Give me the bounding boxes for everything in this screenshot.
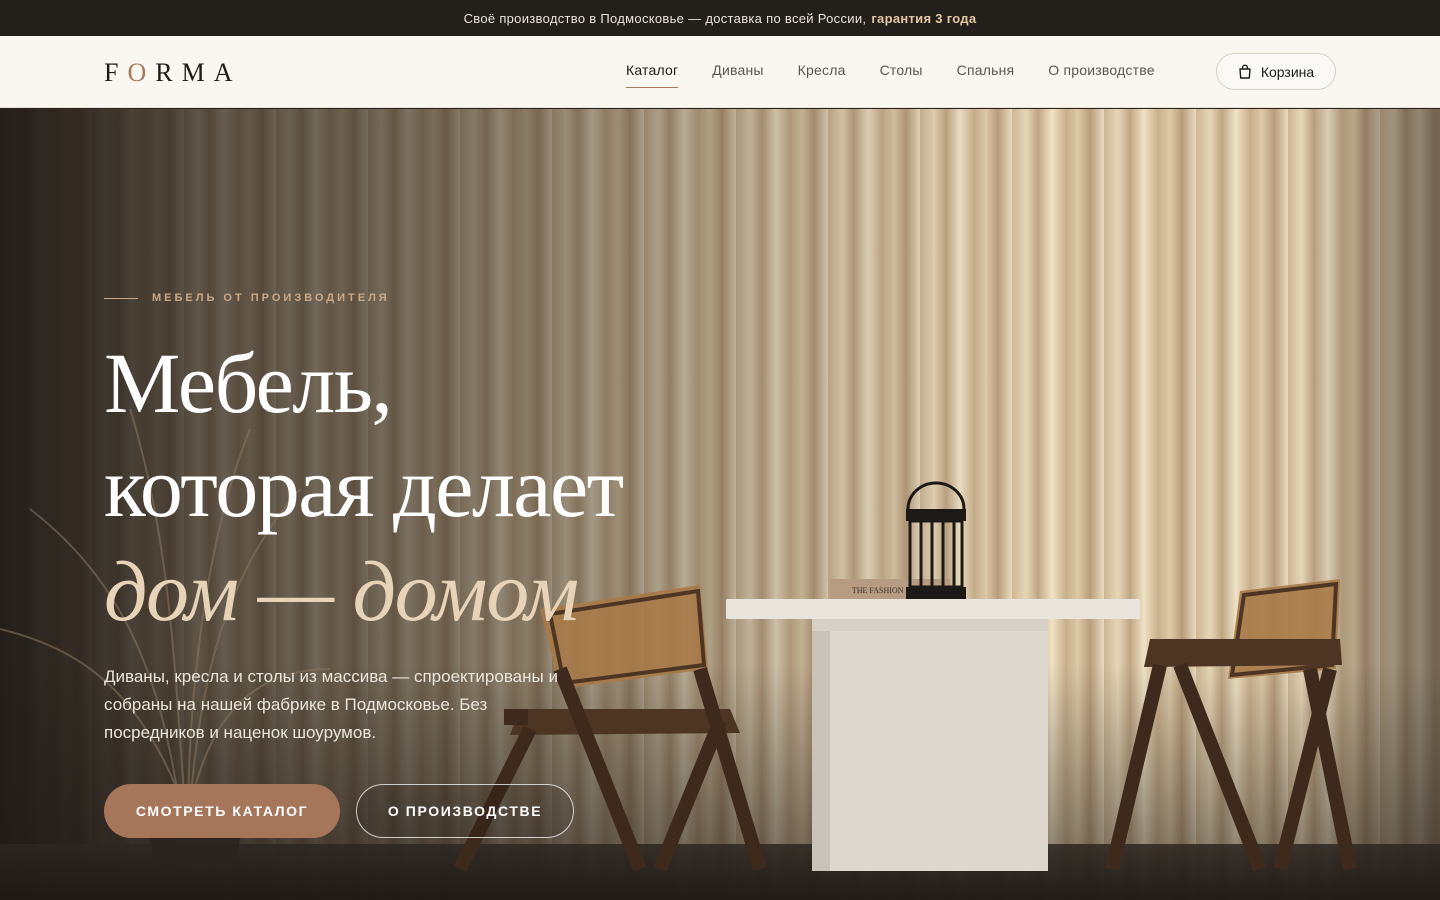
announcement-highlight: гарантия 3 года [871, 10, 977, 26]
headline-line-1: Мебель, [104, 335, 393, 431]
hero-lead: Диваны, кресла и столы из массива — спро… [104, 667, 558, 742]
logo[interactable]: FORMA [104, 58, 242, 88]
nav-item-sofas[interactable]: Диваны [712, 62, 763, 88]
cart-button[interactable]: Корзина [1216, 53, 1336, 90]
headline-line-3: дом — домом [104, 543, 579, 639]
nav-item-bedroom[interactable]: Спальня [957, 62, 1015, 88]
announcement-bar: Своё производство в Подмосковье — достав… [0, 0, 1440, 36]
main-nav: Каталог Диваны Кресла Столы Спальня О пр… [626, 62, 1155, 88]
hero-eyebrow: МЕБЕЛЬ ОТ ПРОИЗВОДИТЕЛЯ [104, 292, 390, 304]
nav-item-armchairs[interactable]: Кресла [798, 62, 846, 88]
site-header: FORMA Каталог Диваны Кресла Столы Спальн… [0, 36, 1440, 108]
nav-item-about-production[interactable]: О производстве [1048, 62, 1154, 88]
view-catalog-button[interactable]: СМОТРЕТЬ КАТАЛОГ [104, 784, 340, 838]
eyebrow-text: МЕБЕЛЬ ОТ ПРОИЗВОДИТЕЛЯ [152, 292, 390, 304]
logo-letter: F [104, 58, 128, 87]
table-image [726, 599, 1140, 871]
shopping-bag-icon [1238, 64, 1252, 79]
eyebrow-divider [104, 297, 138, 299]
nav-item-tables[interactable]: Столы [880, 62, 923, 88]
about-production-button[interactable]: О ПРОИЗВОДСТВЕ [356, 784, 574, 838]
announcement-text: Своё производство в Подмосковье — достав… [463, 10, 867, 26]
logo-letters: RMA [155, 58, 242, 87]
nav-item-catalog[interactable]: Каталог [626, 62, 679, 88]
cart-label: Корзина [1260, 63, 1315, 80]
hero-section: THE FASHION BOOK МЕБЕЛЬ ОТ ПРОИЗВОДИТЕЛЯ… [0, 109, 1440, 900]
chair-right-image [1105, 579, 1357, 872]
hero-headline: Мебель, которая делает дом — домом [104, 331, 624, 643]
headline-line-2: которая делает [104, 439, 624, 535]
logo-accent-letter: O [127, 58, 156, 87]
